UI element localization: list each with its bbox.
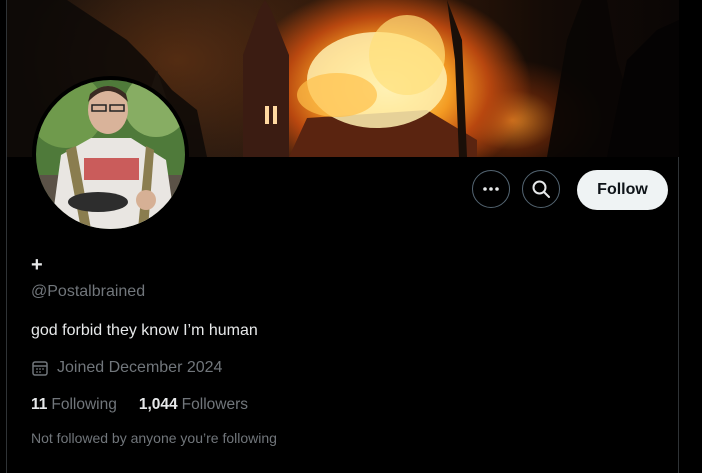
profile-avatar[interactable] bbox=[32, 76, 189, 233]
calendar-icon bbox=[32, 361, 48, 376]
avatar-photo bbox=[36, 80, 185, 229]
profile-column: Follow + @Postalbrained god forbid they … bbox=[6, 0, 679, 473]
search-button[interactable] bbox=[522, 170, 560, 208]
follow-stats: 11 Following 1,044 Followers bbox=[31, 396, 270, 414]
joined-label: Joined December 2024 bbox=[57, 359, 223, 376]
not-followed-note: Not followed by anyone you’re following bbox=[31, 430, 277, 446]
follow-button[interactable]: Follow bbox=[577, 170, 668, 210]
following-label: Following bbox=[51, 396, 117, 413]
more-icon bbox=[483, 187, 499, 191]
page-margin bbox=[680, 0, 702, 473]
more-button[interactable] bbox=[472, 170, 510, 208]
followers-link[interactable]: 1,044 Followers bbox=[139, 396, 248, 414]
display-name: + bbox=[31, 254, 43, 276]
following-count: 11 bbox=[31, 396, 48, 413]
search-icon bbox=[532, 180, 550, 198]
profile-handle: @Postalbrained bbox=[31, 283, 146, 300]
followers-count: 1,044 bbox=[138, 396, 178, 413]
followers-label: Followers bbox=[181, 396, 248, 413]
following-link[interactable]: 11 Following bbox=[31, 396, 117, 414]
joined-date: Joined December 2024 bbox=[31, 359, 222, 377]
profile-bio: god forbid they know I’m human bbox=[31, 322, 258, 339]
